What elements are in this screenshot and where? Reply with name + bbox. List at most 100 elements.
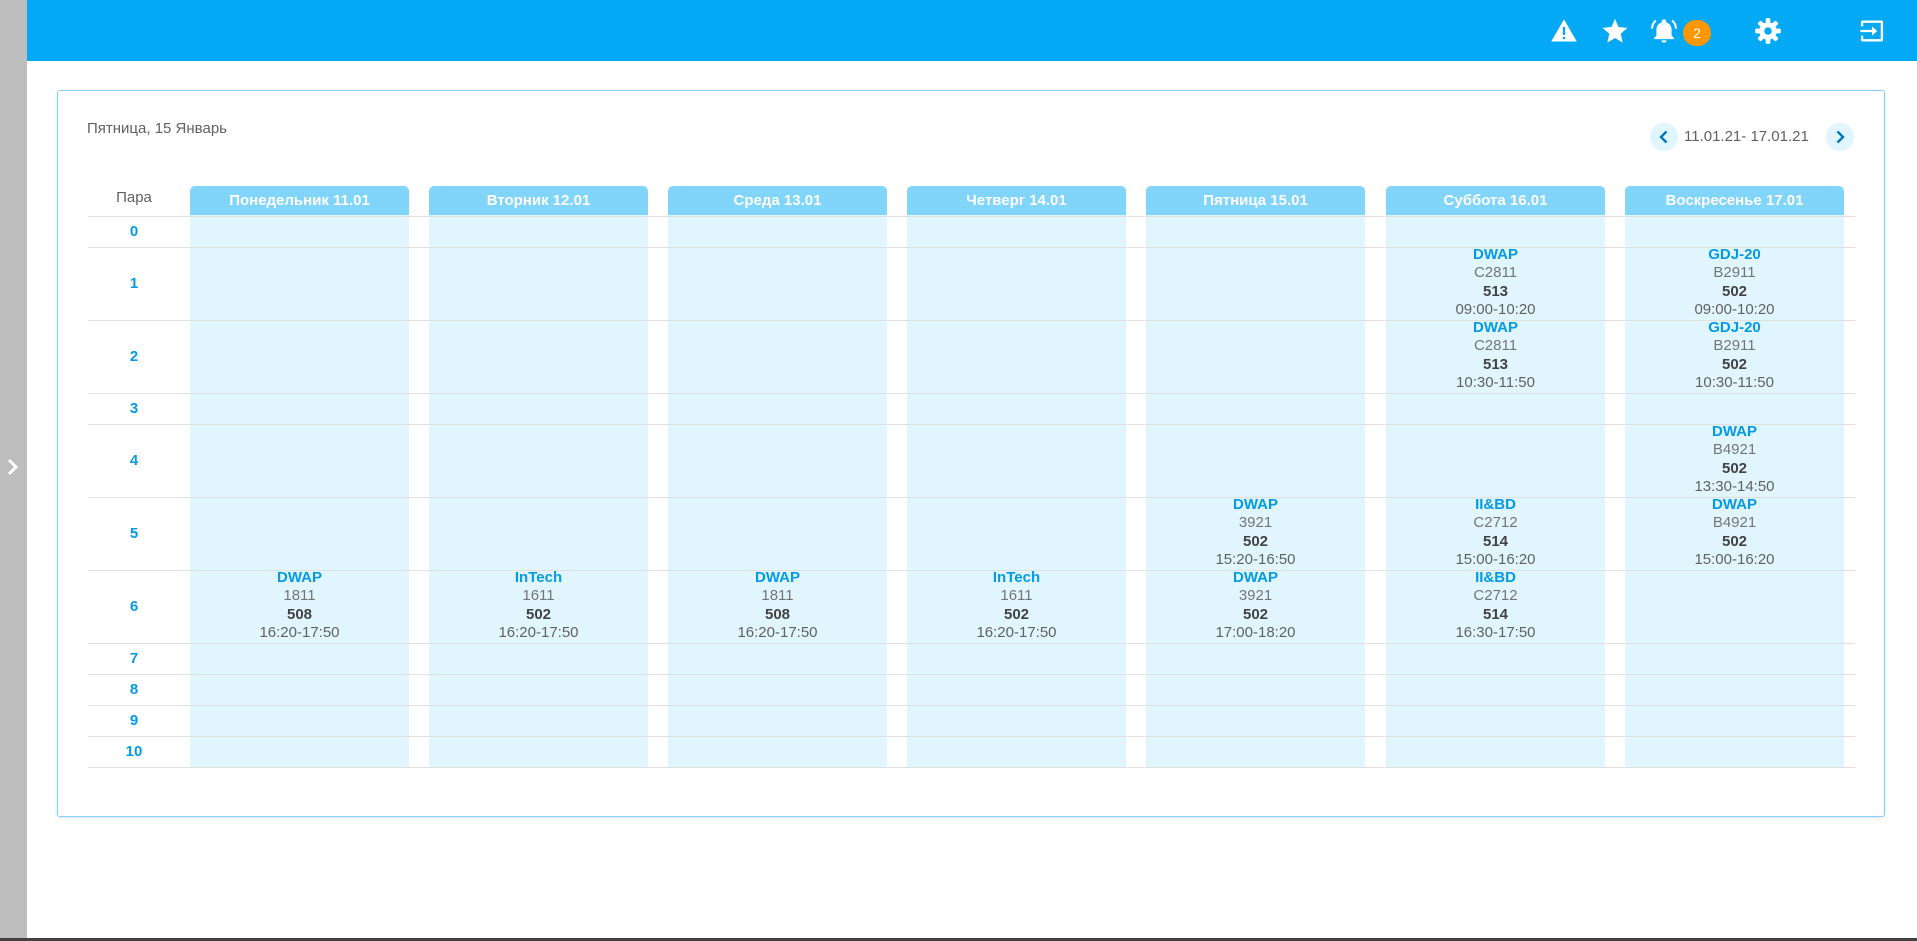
pair-number: 6: [129, 597, 139, 615]
lesson-group: 1811: [761, 587, 794, 605]
prev-week-button[interactable]: [1650, 123, 1678, 151]
lesson-entry[interactable]: DWAP 1811 508 16:20-17:50: [190, 569, 409, 642]
day-body: [190, 215, 409, 768]
lesson-time: 09:00-10:20: [1694, 300, 1775, 318]
lesson-time: 09:00-10:20: [1455, 300, 1536, 318]
pair-number: 3: [129, 399, 139, 417]
warning-icon: [1551, 19, 1577, 42]
day-column: Четверг 14.01: [907, 186, 1126, 768]
row-divider: [88, 216, 1855, 217]
lesson-room: 508: [764, 605, 791, 623]
lesson-time: 17:00-18:20: [1215, 623, 1296, 641]
lesson-entry[interactable]: DWAP 3921 502 17:00-18:20: [1146, 569, 1365, 642]
lesson-time: 10:30-11:50: [1456, 373, 1535, 391]
lesson-entry[interactable]: II&BD C2712 514 16:30-17:50: [1386, 569, 1605, 642]
logout-icon: [1860, 20, 1884, 42]
lesson-room: 502: [525, 605, 552, 623]
lesson-time: 16:30-17:50: [1455, 623, 1536, 641]
lesson-entry[interactable]: DWAP C2811 513 09:00-10:20: [1386, 246, 1605, 319]
chevron-right-icon: [1836, 130, 1845, 144]
lesson-time: 16:20-17:50: [498, 623, 579, 641]
chevron-left-icon: [1659, 130, 1668, 144]
lesson-subject: DWAP: [1233, 496, 1278, 513]
lesson-group: B2911: [1713, 264, 1756, 282]
lesson-entry[interactable]: GDJ-20 B2911 502 10:30-11:50: [1625, 319, 1844, 392]
pair-number: 7: [129, 649, 139, 667]
lesson-entry[interactable]: DWAP B4921 502 15:00-16:20: [1625, 496, 1844, 569]
lesson-subject: DWAP: [1712, 496, 1757, 513]
top-bar: [27, 0, 1917, 61]
day-body: [429, 215, 648, 768]
lesson-entry[interactable]: InTech 1611 502 16:20-17:50: [907, 569, 1126, 642]
lesson-group: C2811: [1473, 337, 1518, 355]
lesson-subject: II&BD: [1475, 496, 1516, 513]
lesson-room: 513: [1482, 355, 1509, 373]
lesson-group: 3921: [1238, 587, 1273, 605]
lesson-room: 502: [1721, 282, 1748, 300]
lesson-entry[interactable]: GDJ-20 B2911 502 09:00-10:20: [1625, 246, 1844, 319]
settings-button[interactable]: [1751, 14, 1785, 48]
lesson-entry[interactable]: DWAP 1811 508 16:20-17:50: [668, 569, 887, 642]
lesson-subject: GDJ-20: [1708, 246, 1761, 263]
lesson-subject: II&BD: [1475, 569, 1516, 586]
lesson-group: C2811: [1473, 264, 1518, 282]
lesson-time: 16:20-17:50: [737, 623, 818, 641]
row-divider: [88, 674, 1855, 675]
pair-number: 0: [129, 222, 139, 240]
pair-number: 8: [129, 680, 139, 698]
day-column: Среда 13.01: [668, 186, 887, 768]
lesson-group: C2712: [1473, 587, 1518, 605]
next-week-button[interactable]: [1826, 123, 1854, 151]
lesson-group: 1611: [522, 587, 555, 605]
lesson-subject: GDJ-20: [1708, 319, 1761, 336]
day-header: Понедельник 11.01: [190, 186, 409, 215]
lesson-room: 513: [1482, 282, 1509, 300]
day-header: Четверг 14.01: [907, 186, 1126, 215]
lesson-entry[interactable]: InTech 1611 502 16:20-17:50: [429, 569, 648, 642]
lesson-room: 502: [1721, 532, 1748, 550]
sidebar-toggle[interactable]: [0, 0, 27, 941]
current-date: Пятница, 15 Январь: [87, 120, 227, 137]
lesson-group: B2911: [1713, 337, 1756, 355]
lesson-entry[interactable]: DWAP B4921 502 13:30-14:50: [1625, 423, 1844, 496]
row-divider: [88, 643, 1855, 644]
lesson-time: 15:00-16:20: [1694, 550, 1775, 568]
day-body: [1146, 215, 1365, 768]
row-divider: [88, 736, 1855, 737]
star-icon: [1602, 18, 1628, 43]
lesson-subject: DWAP: [1473, 246, 1518, 263]
lesson-entry[interactable]: DWAP 3921 502 15:20-16:50: [1146, 496, 1365, 569]
day-column: Понедельник 11.01: [190, 186, 409, 768]
lesson-room: 514: [1482, 532, 1509, 550]
pair-number: 2: [129, 347, 139, 365]
lesson-room: 514: [1482, 605, 1509, 623]
day-column: Пятница 15.01: [1146, 186, 1365, 768]
pair-number: 1: [129, 274, 139, 292]
pair-number: 9: [129, 711, 139, 729]
lesson-subject: DWAP: [1473, 319, 1518, 336]
lesson-time: 16:20-17:50: [259, 623, 340, 641]
lesson-time: 10:30-11:50: [1695, 373, 1774, 391]
day-header: Пятница 15.01: [1146, 186, 1365, 215]
logout-button[interactable]: [1855, 14, 1889, 48]
pair-number: 5: [129, 524, 139, 542]
day-column: Вторник 12.01: [429, 186, 648, 768]
lesson-entry[interactable]: DWAP C2811 513 10:30-11:50: [1386, 319, 1605, 392]
notification-count-badge: 2: [1683, 20, 1711, 46]
notifications-button[interactable]: [1647, 14, 1681, 48]
pair-number: 10: [125, 742, 143, 760]
day-body: [907, 215, 1126, 768]
lesson-entry[interactable]: II&BD C2712 514 15:00-16:20: [1386, 496, 1605, 569]
favorites-button[interactable]: [1598, 14, 1632, 48]
warning-button[interactable]: [1547, 14, 1581, 48]
bell-icon: [1650, 19, 1678, 43]
row-divider: [88, 393, 1855, 394]
lesson-group: B4921: [1712, 441, 1757, 459]
lesson-time: 13:30-14:50: [1694, 477, 1775, 495]
row-divider: [88, 705, 1855, 706]
lesson-group: 1811: [283, 587, 316, 605]
day-header: Вторник 12.01: [429, 186, 648, 215]
pair-column-header: Пара: [116, 189, 152, 206]
lesson-subject: InTech: [514, 569, 563, 586]
lesson-room: 508: [286, 605, 313, 623]
